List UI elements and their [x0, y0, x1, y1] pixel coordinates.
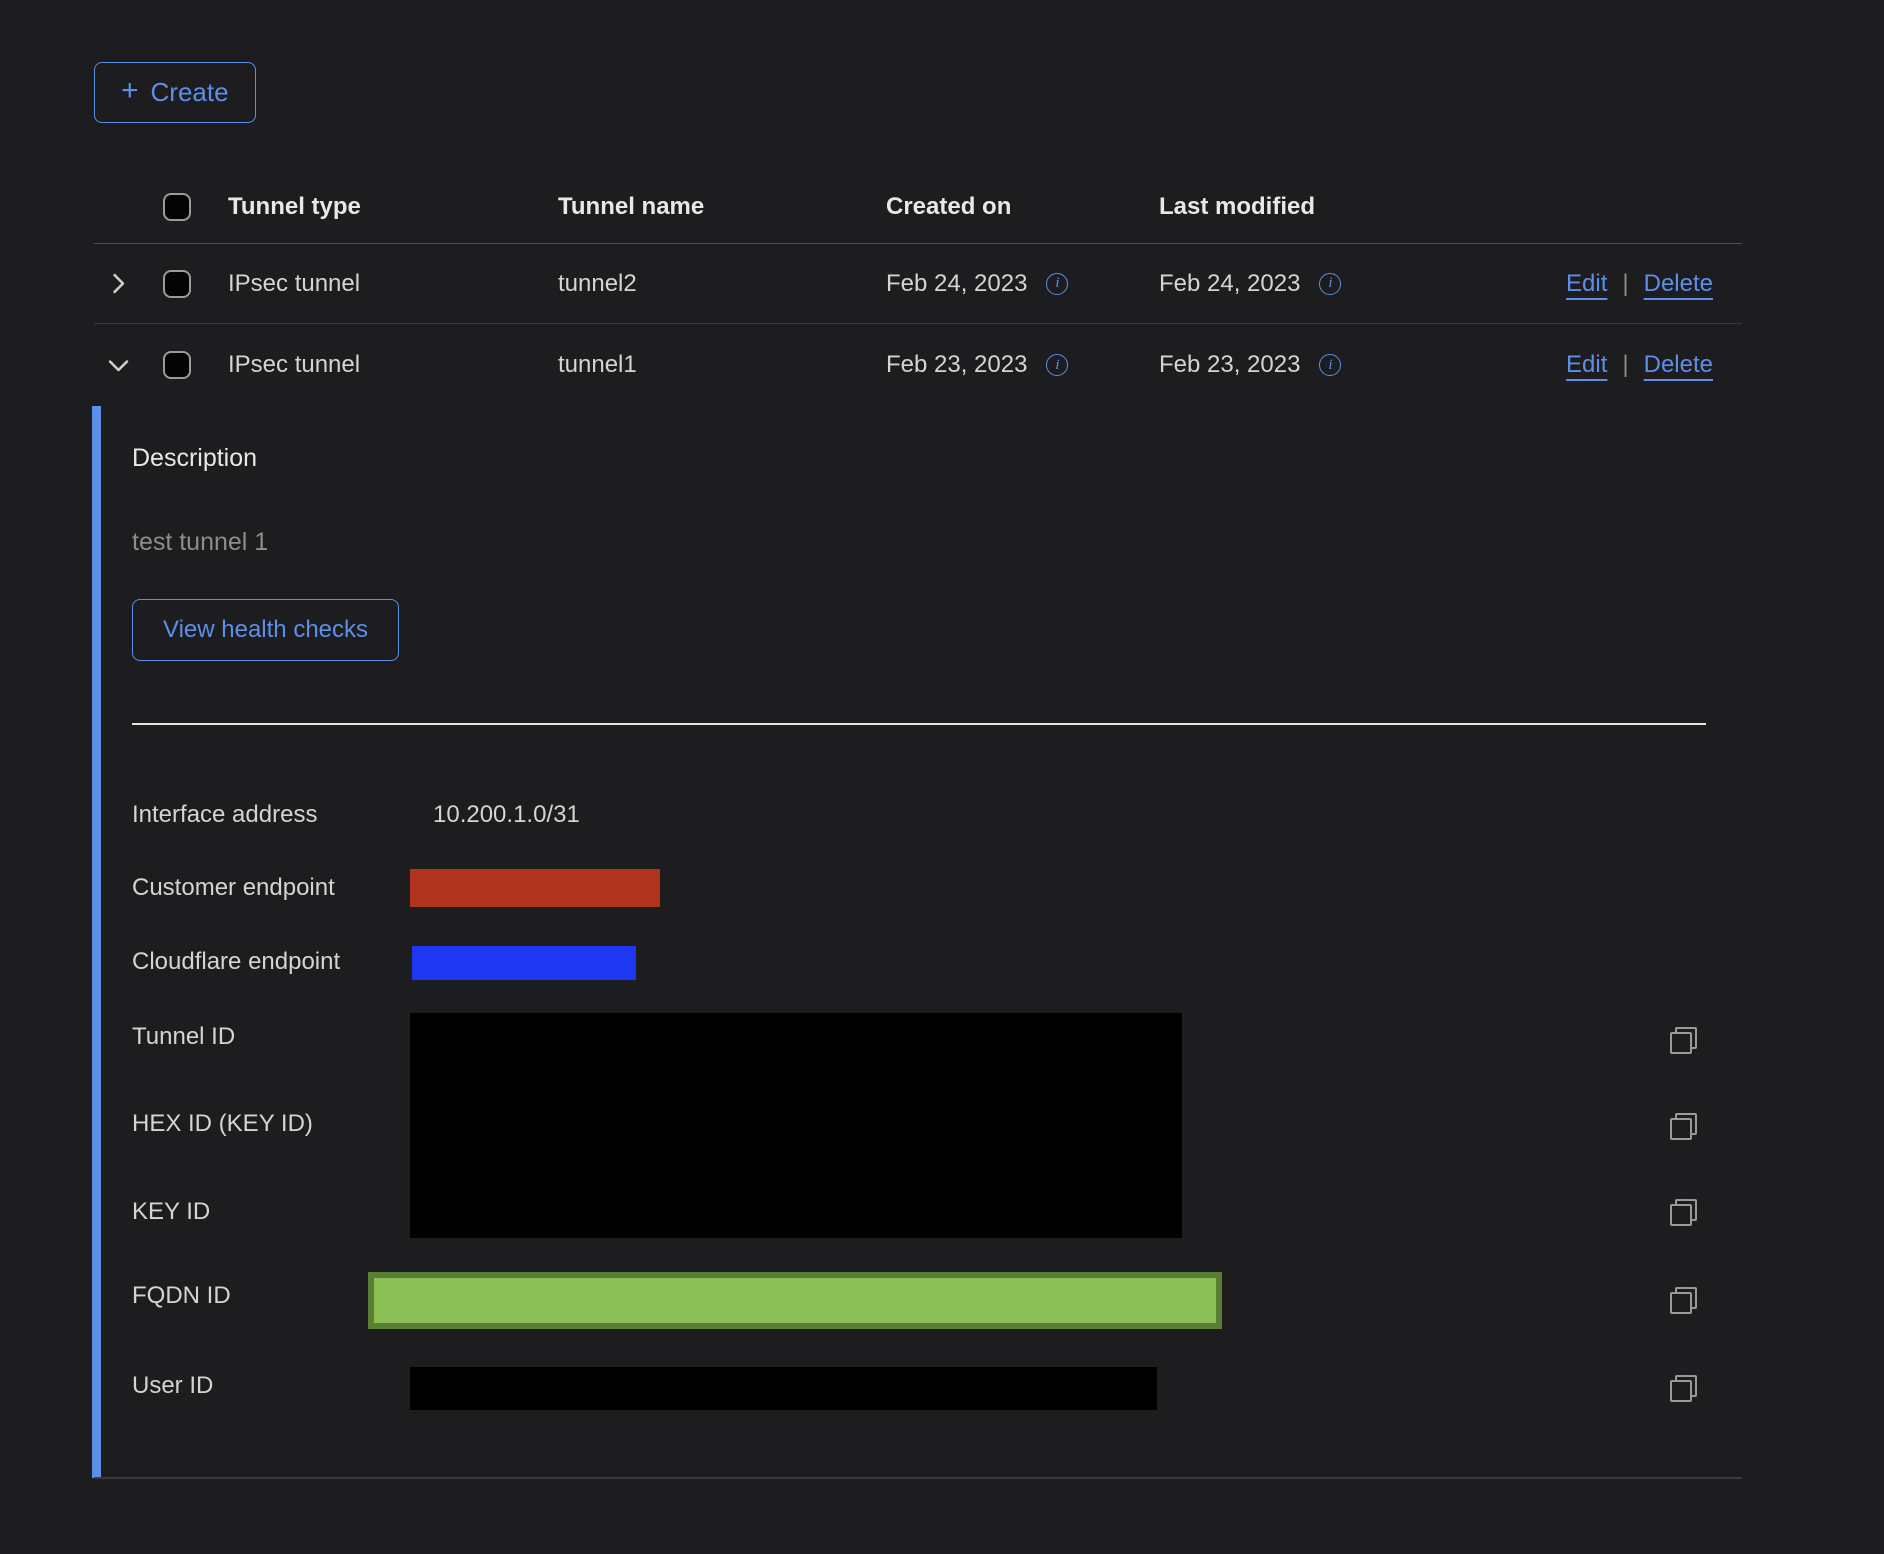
create-button-label: Create	[151, 77, 229, 108]
select-all-checkbox[interactable]	[163, 193, 191, 221]
header-created-on: Created on	[886, 193, 1011, 221]
key-id-label: KEY ID	[132, 1198, 210, 1226]
table-header: Tunnel type Tunnel name Created on Last …	[94, 170, 1742, 244]
last-modified-cell: Feb 23, 2023	[1159, 351, 1300, 379]
copy-icon[interactable]	[1670, 1375, 1697, 1402]
chevron-down-icon[interactable]	[100, 347, 136, 383]
user-id-redacted-value	[410, 1367, 1157, 1410]
expanded-row-accent-bar	[92, 406, 101, 1478]
copy-icon[interactable]	[1670, 1027, 1697, 1054]
table-row: IPsec tunnel tunnel2 Feb 24, 2023 Feb 24…	[94, 244, 1742, 324]
tunnel-id-label: Tunnel ID	[132, 1023, 235, 1051]
chevron-right-icon[interactable]	[100, 266, 136, 302]
created-on-cell: Feb 24, 2023	[886, 270, 1027, 298]
section-divider	[132, 723, 1706, 725]
created-on-cell: Feb 23, 2023	[886, 351, 1027, 379]
info-icon[interactable]	[1319, 273, 1341, 295]
info-icon[interactable]	[1046, 354, 1068, 376]
edit-link[interactable]: Edit	[1566, 270, 1607, 298]
header-tunnel-type: Tunnel type	[228, 193, 361, 221]
copy-icon[interactable]	[1670, 1287, 1697, 1314]
hex-id-label: HEX ID (KEY ID)	[132, 1110, 313, 1138]
tunnel-type-cell: IPsec tunnel	[228, 270, 360, 298]
tunnel-type-cell: IPsec tunnel	[228, 351, 360, 379]
delete-link[interactable]: Delete	[1644, 270, 1713, 298]
description-text: test tunnel 1	[132, 528, 268, 557]
info-icon[interactable]	[1319, 354, 1341, 376]
last-modified-cell: Feb 24, 2023	[1159, 270, 1300, 298]
tunnel-name-cell: tunnel2	[558, 270, 637, 298]
ipsec-tunnels-page: + Create Tunnel type Tunnel name Created…	[0, 0, 1884, 1554]
copy-icon[interactable]	[1670, 1199, 1697, 1226]
customer-endpoint-redacted-value	[410, 869, 660, 907]
header-tunnel-name: Tunnel name	[558, 193, 704, 221]
tunnel-name-cell: tunnel1	[558, 351, 637, 379]
table-row: IPsec tunnel tunnel1 Feb 23, 2023 Feb 23…	[94, 324, 1742, 406]
delete-link[interactable]: Delete	[1644, 351, 1713, 379]
info-icon[interactable]	[1046, 273, 1068, 295]
user-id-label: User ID	[132, 1372, 213, 1400]
customer-endpoint-label: Customer endpoint	[132, 874, 335, 902]
fqdn-id-redacted-value	[368, 1272, 1222, 1329]
interface-address-label: Interface address	[132, 801, 317, 829]
header-last-modified: Last modified	[1159, 193, 1315, 221]
fqdn-id-label: FQDN ID	[132, 1282, 231, 1310]
action-divider: |	[1622, 351, 1628, 379]
cloudflare-endpoint-redacted-value	[412, 946, 636, 980]
description-label: Description	[132, 444, 257, 473]
create-button[interactable]: + Create	[94, 62, 256, 123]
table-bottom-border	[94, 1477, 1742, 1479]
plus-icon: +	[121, 76, 139, 106]
cloudflare-endpoint-label: Cloudflare endpoint	[132, 948, 340, 976]
view-health-checks-button[interactable]: View health checks	[132, 599, 399, 661]
row-checkbox[interactable]	[163, 351, 191, 379]
edit-link[interactable]: Edit	[1566, 351, 1607, 379]
ids-redacted-values	[410, 1013, 1182, 1238]
copy-icon[interactable]	[1670, 1113, 1697, 1140]
interface-address-value: 10.200.1.0/31	[433, 801, 580, 829]
row-checkbox[interactable]	[163, 270, 191, 298]
action-divider: |	[1622, 270, 1628, 298]
